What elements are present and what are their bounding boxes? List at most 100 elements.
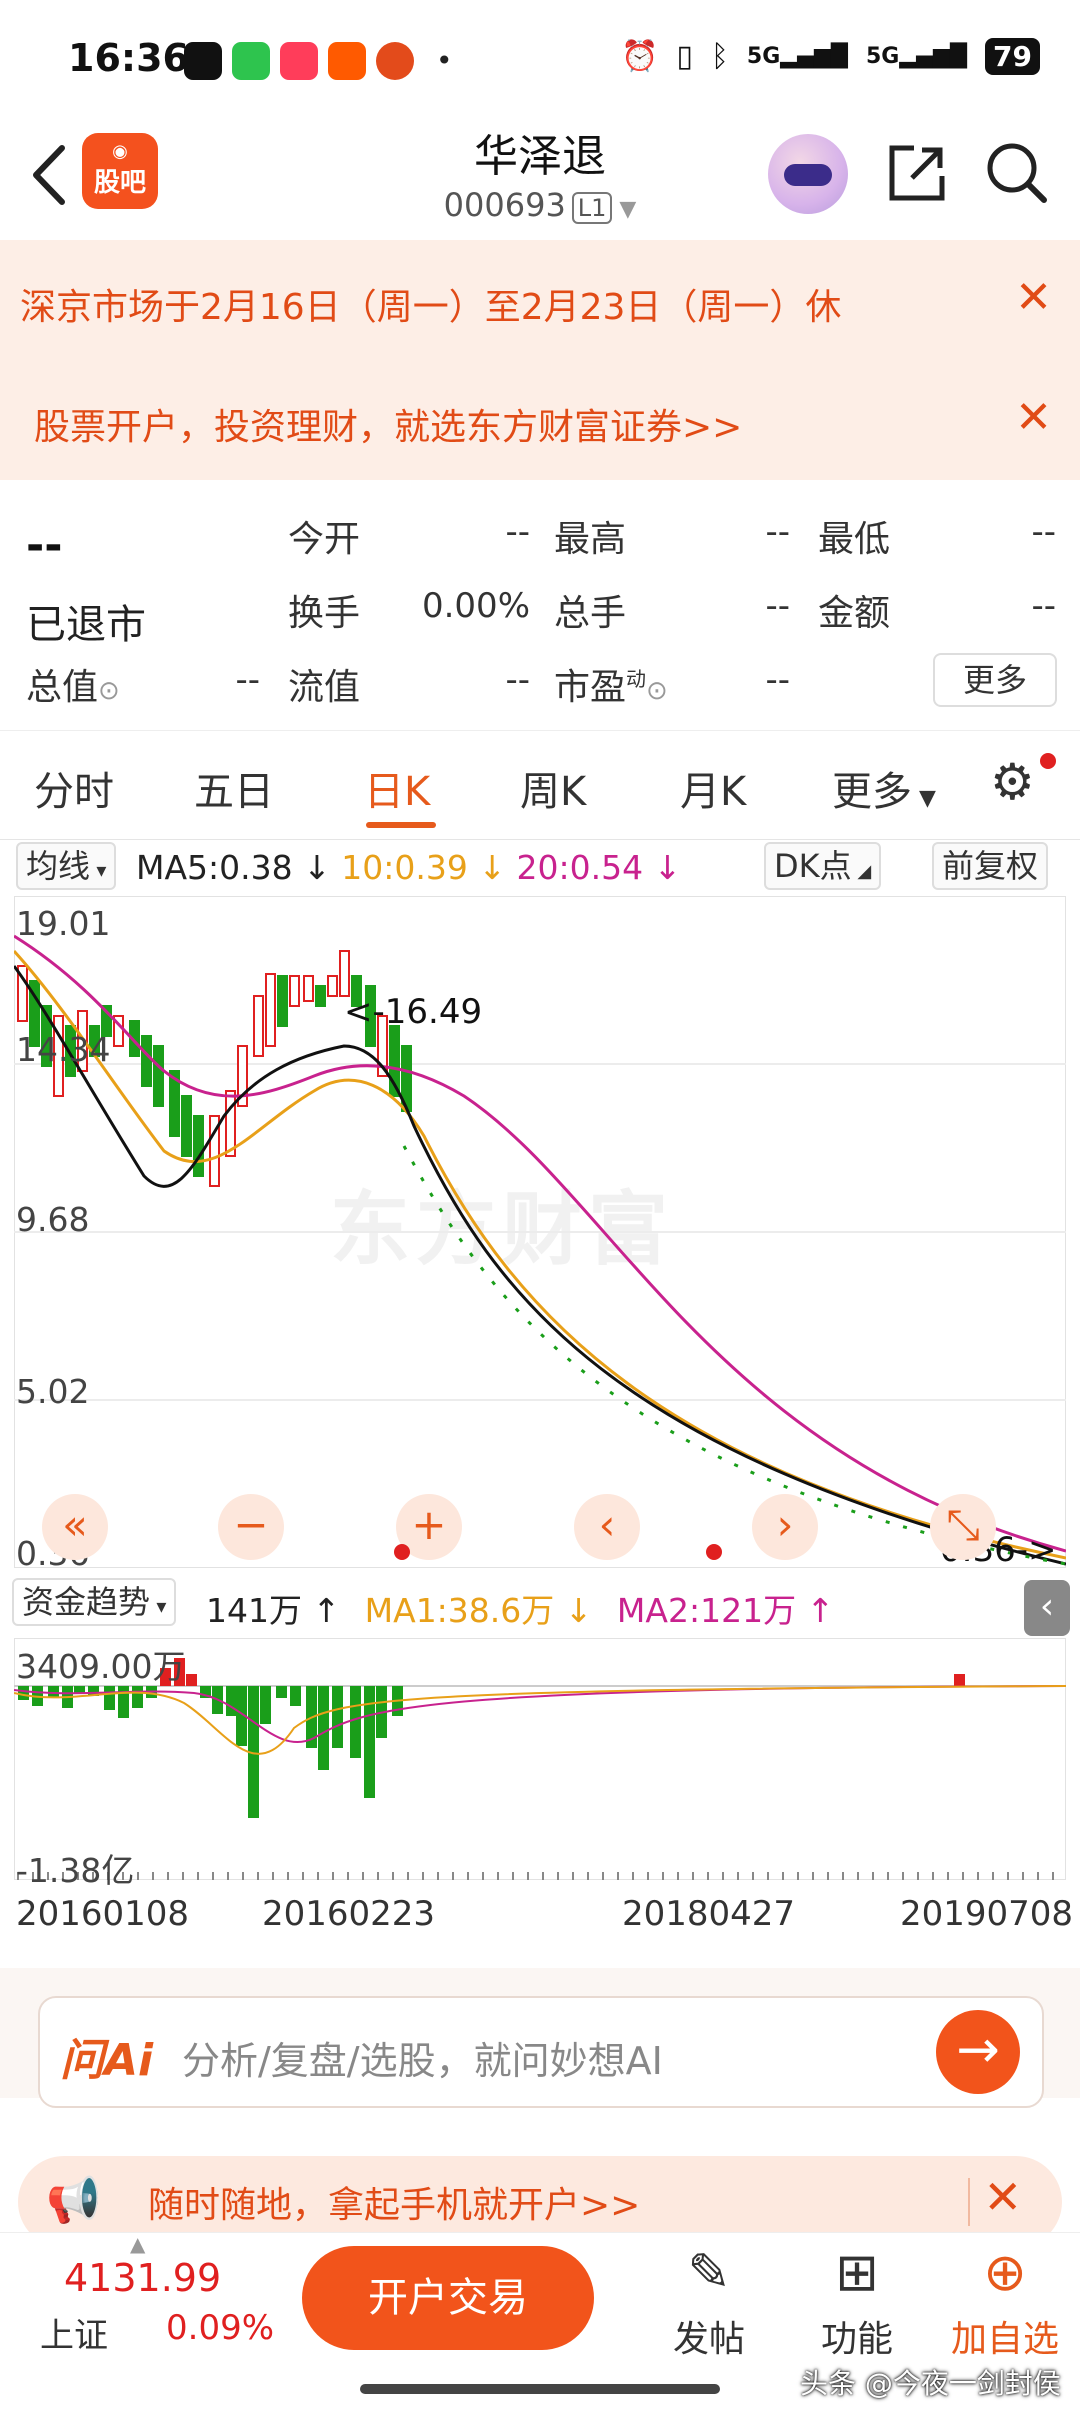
home-indicator[interactable] (360, 2384, 720, 2394)
fund-bar (260, 1686, 271, 1724)
functions-button[interactable]: ⊞ 功能 (792, 2236, 922, 2362)
tab-intraday[interactable]: 分时 (34, 759, 114, 817)
megaphone-icon: 📢 (46, 2175, 101, 2226)
fund-ma2-line (14, 1685, 1066, 1744)
ma-values: MA5:0.38 ↓ 10:0.39 ↓ 20:0.54 ↓ (136, 848, 681, 887)
quote-value-open: -- (505, 512, 530, 552)
candle (181, 1095, 192, 1157)
ma10-line (14, 949, 1066, 1560)
quote-value-turnover: 0.00% (421, 586, 530, 626)
search-icon[interactable] (984, 140, 1050, 206)
info-icon[interactable]: ⊙ (98, 676, 120, 706)
fund-bar (332, 1686, 343, 1748)
quote-value-float: -- (505, 660, 530, 700)
fund-y-top: 3409.00万 (16, 1647, 186, 1686)
settings-gear-icon[interactable]: ⚙ (990, 753, 1035, 811)
y-tick-1: 19.01 (16, 904, 111, 943)
ai-assistant-avatar[interactable] (768, 134, 848, 214)
quote-value-amount: -- (1031, 586, 1056, 626)
collapse-panel-icon[interactable]: ‹ (1024, 1580, 1070, 1636)
fund-bar (290, 1686, 301, 1706)
scroll-left-icon[interactable]: ‹ (574, 1494, 640, 1560)
video-app-icon (280, 42, 318, 80)
candle (141, 1035, 152, 1087)
zoom-out-icon[interactable]: − (218, 1494, 284, 1560)
post-button[interactable]: ✎ 发帖 (644, 2236, 774, 2362)
candle (253, 995, 264, 1057)
candle (277, 975, 288, 1027)
fund-values: 141万 ↑ MA1:38.6万 ↓ MA2:121万 ↑ (206, 1584, 834, 1632)
open-trade-button[interactable]: 开户交易 (302, 2246, 594, 2350)
ma-selector[interactable]: 均线 ▾ (16, 842, 117, 890)
functions-label: 功能 (820, 2319, 893, 2360)
close-icon-3[interactable]: ✕ (983, 2170, 1022, 2224)
arrow-right-icon[interactable]: → (936, 2010, 1020, 2094)
add-watchlist-button[interactable]: ⊕ 加自选 (940, 2236, 1070, 2362)
market-holiday-notice[interactable]: 深京市场于2月16日（周一）至2月23日（周一）休 ✕ (0, 240, 1080, 360)
tab-daily-k[interactable]: 日K (364, 759, 430, 817)
promo-text: 随时随地，拿起手机就开户>> (148, 2185, 641, 2226)
signal-icon-2: 5G▂▄▆█ (865, 44, 968, 69)
share-icon[interactable] (884, 140, 950, 206)
candle (193, 1115, 204, 1177)
fund-value: 141万 ↑ (206, 1591, 341, 1630)
ai-query-input[interactable]: 分析/复盘/选股，就问妙想AI (182, 2030, 663, 2085)
quote-more-button[interactable]: 更多 (933, 653, 1057, 707)
phone-app-icon (232, 42, 270, 80)
bluetooth-icon: ᛒ (710, 39, 729, 74)
index-value[interactable]: 4131.99 (64, 2256, 221, 2300)
y-tick-4: 5.02 (16, 1372, 90, 1411)
marker-dot-2 (706, 1544, 722, 1560)
quote-label-high: 最高 (554, 519, 627, 560)
quote-label-mktcap: 总值⊙ (26, 667, 120, 708)
level-badge: L1 (571, 192, 613, 224)
caret-up-icon[interactable]: ▲ (130, 2232, 145, 2256)
grid-icon: ⊞ (835, 2243, 879, 2303)
scroll-to-start-icon[interactable]: « (42, 1494, 108, 1560)
tab-monthly-k[interactable]: 月K (680, 759, 746, 817)
notice-text-2: 股票开户，投资理财，就选东方财富证券>> (34, 407, 743, 448)
fund-bar (18, 1686, 29, 1700)
candle (303, 975, 314, 1002)
account-promo-notice[interactable]: 股票开户，投资理财，就选东方财富证券>> ✕ (0, 360, 1080, 480)
fullscreen-icon[interactable]: ⤡ (930, 1494, 996, 1560)
status-right: ⏰ ▯ ᛒ 5G▂▄▆█ 5G▂▄▆█ 79 (621, 38, 1040, 75)
last-price: -- (26, 520, 63, 571)
adjustment-selector[interactable]: 前复权 (932, 842, 1049, 890)
kline-chart[interactable] (14, 896, 1066, 1568)
index-name: 上证 (40, 2316, 108, 2356)
quote-label-open: 今开 (288, 519, 361, 560)
battery-indicator: 79 (985, 38, 1040, 75)
fund-bar (132, 1686, 143, 1708)
ma5-line (14, 965, 1066, 1566)
chart-period-tabs: 分时 五日 日K 周K 月K 更多 ▼ ⚙ (0, 730, 1080, 840)
candle (289, 975, 300, 1007)
tab-weekly-k[interactable]: 周K (520, 759, 586, 817)
fund-bar (954, 1674, 965, 1686)
fund-bar (104, 1686, 115, 1710)
high-annotation: <-16.49 (344, 992, 483, 1032)
x-date-1: 20160108 (16, 1894, 190, 1934)
fund-bar (226, 1686, 237, 1716)
ai-logo: 问Ai (60, 2035, 154, 2086)
fund-ma2: MA2:121万 ↑ (616, 1591, 835, 1630)
dk-point-toggle[interactable]: DK点 ◢ (764, 842, 882, 890)
info-icon-2[interactable]: ⊙ (646, 676, 668, 706)
scroll-right-icon[interactable]: › (752, 1494, 818, 1560)
x-axis-ticks (17, 1872, 1054, 1880)
active-tab-underline (366, 822, 436, 828)
close-icon-2[interactable]: ✕ (1015, 392, 1052, 443)
x-date-4: 20190708 (900, 1894, 1074, 1934)
candle (153, 1045, 164, 1107)
tab-five-day[interactable]: 五日 (194, 759, 274, 817)
app-icon (376, 42, 414, 80)
post-label: 发帖 (672, 2319, 745, 2360)
ma5-value: MA5:0.38 ↓ (136, 848, 331, 887)
status-time: 16:36 (68, 36, 189, 80)
fund-trend-selector[interactable]: 资金趋势 ▾ (12, 1578, 177, 1626)
tab-more[interactable]: 更多 ▼ (832, 759, 936, 817)
x-date-3: 20180427 (622, 1894, 796, 1934)
quote-label-turnover: 换手 (288, 593, 361, 634)
close-icon[interactable]: ✕ (1015, 272, 1052, 323)
candle (339, 950, 350, 997)
